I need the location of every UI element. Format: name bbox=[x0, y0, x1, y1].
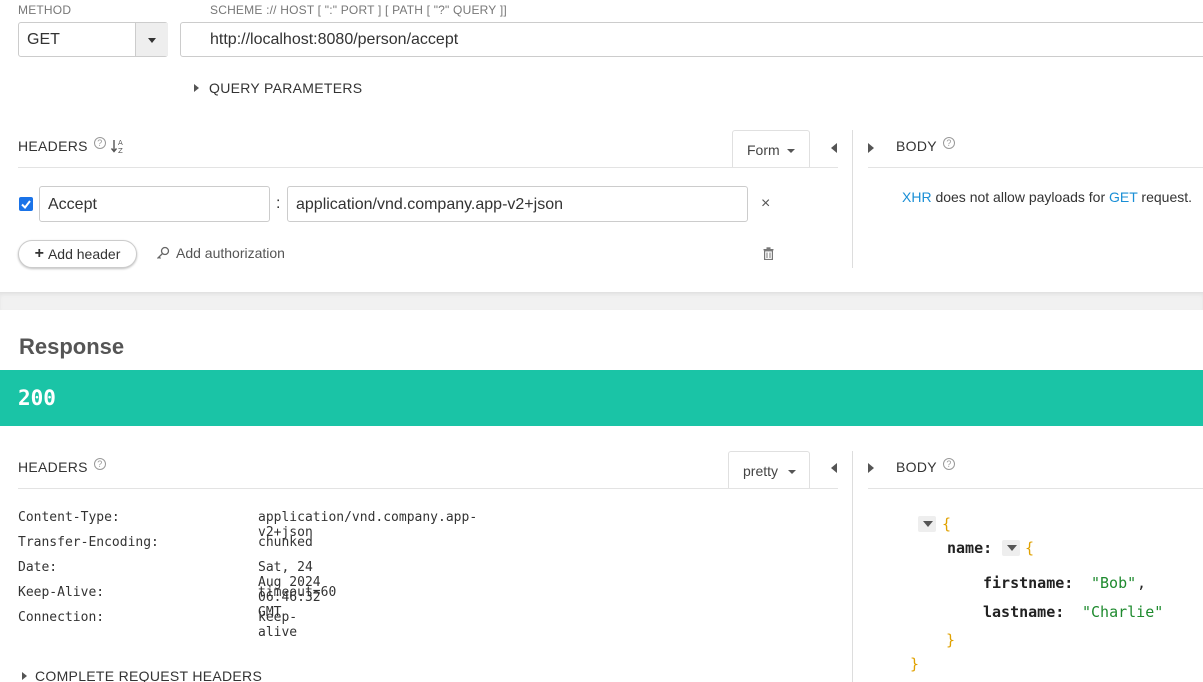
caret-down-icon bbox=[1007, 545, 1017, 551]
caret-down-icon bbox=[923, 521, 933, 527]
divider bbox=[868, 167, 1203, 168]
divider bbox=[18, 167, 838, 168]
key-icon bbox=[157, 246, 170, 259]
sort-az-icon[interactable]: A Z bbox=[110, 138, 125, 154]
help-icon[interactable]: ? bbox=[93, 137, 106, 149]
response-mode-value: pretty bbox=[743, 463, 779, 479]
header-key: Connection: bbox=[18, 610, 105, 625]
complete-request-headers-toggle[interactable]: COMPLETE REQUEST HEADERS bbox=[22, 668, 262, 682]
panel-divider bbox=[852, 451, 853, 682]
chevron-down-icon bbox=[148, 38, 156, 43]
complete-request-headers-label: COMPLETE REQUEST HEADERS bbox=[35, 668, 263, 682]
header-separator: : bbox=[276, 195, 281, 212]
plus-icon: + bbox=[34, 245, 44, 262]
header-value: chunked bbox=[258, 535, 313, 550]
xhr-text: XHR bbox=[902, 189, 932, 205]
json-name-open: { bbox=[1025, 539, 1035, 557]
request-headers-title-row: HEADERS ? A Z bbox=[18, 137, 125, 154]
help-icon[interactable]: ? bbox=[942, 137, 955, 149]
url-value: http://localhost:8080/person/accept bbox=[210, 31, 459, 48]
header-key: Transfer-Encoding: bbox=[18, 535, 159, 550]
response-header-row: Transfer-Encoding: chunked bbox=[18, 535, 313, 560]
response-headers-list: Content-Type: application/vnd.company.ap… bbox=[18, 510, 477, 640]
request-body-title: BODY bbox=[896, 138, 937, 154]
request-headers-title: HEADERS bbox=[18, 138, 88, 154]
request-body-message: XHR does not allow payloads for GET requ… bbox=[902, 189, 1192, 205]
divider bbox=[868, 488, 1203, 489]
method-dropdown-button[interactable] bbox=[135, 23, 168, 56]
json-comma: , bbox=[1137, 574, 1147, 592]
get-text: GET bbox=[1109, 189, 1138, 205]
json-name-close: } bbox=[946, 631, 956, 649]
section-separator bbox=[0, 292, 1203, 310]
json-close-brace: } bbox=[910, 655, 920, 673]
json-key-lastname: lastname: bbox=[983, 603, 1065, 621]
method-label: METHOD bbox=[18, 3, 72, 17]
header-name-value: Accept bbox=[48, 196, 97, 213]
headers-mode-select[interactable]: Form bbox=[732, 130, 810, 167]
svg-text:A: A bbox=[118, 139, 123, 147]
json-value-firstname: "Bob" bbox=[1091, 574, 1137, 592]
close-icon[interactable]: × bbox=[761, 195, 770, 213]
response-header-row: Connection: keep-alive bbox=[18, 610, 297, 640]
response-mode-select[interactable]: pretty bbox=[728, 451, 810, 488]
json-value-lastname: "Charlie" bbox=[1082, 603, 1164, 621]
header-key: Content-Type: bbox=[18, 510, 120, 525]
json-key-name: name: bbox=[947, 539, 993, 557]
url-label: SCHEME :// HOST [ ":" PORT ] [ PATH [ "?… bbox=[210, 3, 507, 17]
request-body-title-row: BODY ? bbox=[896, 137, 955, 154]
json-key-firstname: firstname: bbox=[983, 574, 1074, 592]
header-value: timeout=60 bbox=[258, 585, 337, 600]
json-toggle-name[interactable] bbox=[1002, 540, 1020, 556]
trash-icon[interactable] bbox=[763, 247, 774, 260]
method-select[interactable]: GET bbox=[18, 22, 168, 57]
body-msg-end: request. bbox=[1137, 189, 1193, 205]
url-input[interactable]: http://localhost:8080/person/accept bbox=[180, 22, 1203, 57]
response-body-title-row: BODY ? bbox=[896, 458, 955, 475]
expand-right-icon[interactable] bbox=[868, 143, 874, 153]
response-header-row: Date: Sat, 24 Aug 2024 06:46:32 GMT bbox=[18, 560, 321, 620]
divider bbox=[18, 488, 838, 489]
status-bar: 200 bbox=[0, 370, 1203, 426]
json-toggle-root[interactable] bbox=[918, 516, 936, 532]
response-headers-title: HEADERS bbox=[18, 459, 88, 475]
header-value: keep-alive bbox=[258, 610, 298, 640]
add-authorization-label: Add authorization bbox=[176, 245, 285, 261]
body-msg-text: does not allow payloads for bbox=[931, 189, 1110, 205]
headers-mode-value: Form bbox=[747, 142, 780, 158]
header-value-text: application/vnd.company.app-v2+json bbox=[296, 196, 563, 213]
json-open-brace: { bbox=[942, 515, 952, 533]
check-icon bbox=[21, 200, 31, 210]
caret-right-icon bbox=[194, 84, 199, 92]
expand-right-icon[interactable] bbox=[868, 463, 874, 473]
query-params-label: QUERY PARAMETERS bbox=[209, 80, 363, 96]
caret-right-icon bbox=[22, 672, 27, 680]
method-value: GET bbox=[27, 31, 60, 48]
panel-divider bbox=[852, 130, 853, 268]
response-header-row: Content-Type: application/vnd.company.ap… bbox=[18, 510, 477, 540]
response-title: Response bbox=[19, 334, 125, 359]
chevron-down-icon bbox=[787, 149, 795, 153]
header-enabled-checkbox[interactable] bbox=[19, 197, 33, 211]
svg-text:Z: Z bbox=[118, 147, 123, 154]
status-code: 200 bbox=[18, 386, 56, 410]
add-header-button[interactable]: + Add header bbox=[18, 240, 137, 268]
add-header-label: Add header bbox=[47, 246, 121, 262]
help-icon[interactable]: ? bbox=[93, 458, 106, 470]
query-params-toggle[interactable]: QUERY PARAMETERS bbox=[194, 80, 362, 96]
response-headers-title-row: HEADERS ? bbox=[18, 458, 106, 475]
chevron-down-icon bbox=[788, 470, 796, 474]
collapse-left-icon[interactable] bbox=[831, 143, 837, 153]
header-name-input[interactable]: Accept bbox=[39, 186, 270, 222]
help-icon[interactable]: ? bbox=[942, 458, 955, 470]
header-key: Keep-Alive: bbox=[18, 585, 105, 600]
collapse-left-icon[interactable] bbox=[831, 463, 837, 473]
add-authorization-button[interactable]: Add authorization bbox=[156, 245, 285, 261]
header-key: Date: bbox=[18, 560, 58, 575]
header-value-input[interactable]: application/vnd.company.app-v2+json bbox=[287, 186, 748, 222]
response-body-title: BODY bbox=[896, 459, 937, 475]
response-header-row: Keep-Alive: timeout=60 bbox=[18, 585, 336, 610]
